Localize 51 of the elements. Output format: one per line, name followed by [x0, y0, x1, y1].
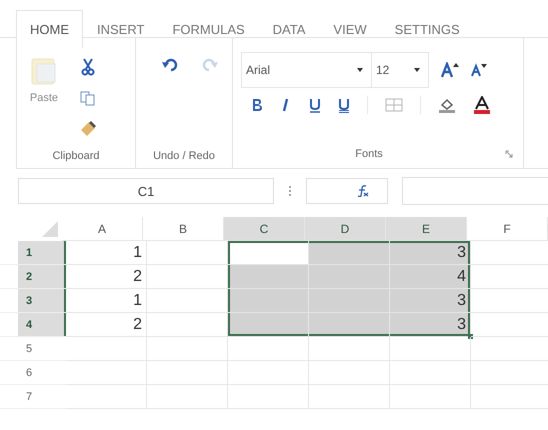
ribbon-tab[interactable]: VIEW [319, 10, 381, 48]
dialog-launcher-icon[interactable] [505, 150, 513, 158]
table-cell[interactable]: 3 [390, 241, 471, 265]
shrink-font-icon[interactable] [471, 63, 487, 77]
row-header[interactable]: 5 [0, 337, 66, 361]
double-underline-icon[interactable] [338, 98, 350, 112]
group-label: Clipboard [51, 150, 101, 164]
table-cell[interactable]: 3 [390, 313, 471, 337]
row-header[interactable]: 7 [0, 385, 66, 409]
table-cell[interactable]: 4 [390, 265, 471, 289]
table-cell[interactable]: 3 [390, 289, 471, 313]
ribbon-tab[interactable]: DATA [258, 10, 320, 48]
column-header[interactable]: D [305, 217, 386, 241]
scissors-icon[interactable] [80, 58, 96, 76]
column-header[interactable]: F [467, 217, 548, 241]
bold-icon[interactable] [251, 98, 263, 112]
row-header[interactable]: 1 [0, 241, 66, 265]
copy-icon[interactable] [80, 90, 96, 106]
row-header[interactable]: 4 [0, 313, 66, 337]
formula-input[interactable] [402, 177, 548, 205]
underline-icon[interactable] [309, 98, 321, 112]
group-label: Fonts [354, 148, 384, 160]
column-header[interactable]: E [386, 217, 467, 241]
row-header[interactable]: 2 [0, 265, 66, 289]
drag-handle-icon[interactable] [288, 185, 292, 197]
row-header[interactable]: 3 [0, 289, 66, 313]
fill-color-icon[interactable] [438, 97, 456, 113]
table-cell[interactable]: 2 [66, 265, 147, 289]
row-header[interactable]: 6 [0, 361, 66, 385]
font-color-icon[interactable] [473, 96, 491, 114]
ribbon-tab[interactable]: INSERT [83, 10, 158, 48]
ribbon-tab[interactable]: HOME [16, 10, 83, 48]
column-header[interactable]: A [62, 217, 143, 241]
caret-icon [357, 68, 363, 72]
table-cell[interactable]: 1 [66, 289, 147, 313]
caret-icon [414, 68, 420, 72]
group-label: Undo / Redo [152, 150, 216, 164]
grow-font-icon[interactable] [441, 62, 459, 78]
fill-handle[interactable] [468, 334, 473, 339]
column-header[interactable]: C [224, 217, 305, 241]
brush-icon[interactable] [79, 120, 97, 138]
table-cell[interactable]: 2 [66, 313, 147, 337]
borders-icon[interactable] [385, 98, 403, 112]
name-box[interactable]: C1 [18, 178, 274, 204]
insert-function-button[interactable] [306, 178, 388, 204]
ribbon-tab[interactable]: SETTINGS [380, 10, 474, 48]
function-icon [357, 185, 369, 197]
ribbon-tab[interactable]: FORMULAS [158, 10, 259, 48]
table-cell[interactable]: 1 [66, 241, 147, 265]
undo-icon[interactable] [162, 56, 178, 72]
select-all-icon[interactable] [42, 221, 58, 237]
